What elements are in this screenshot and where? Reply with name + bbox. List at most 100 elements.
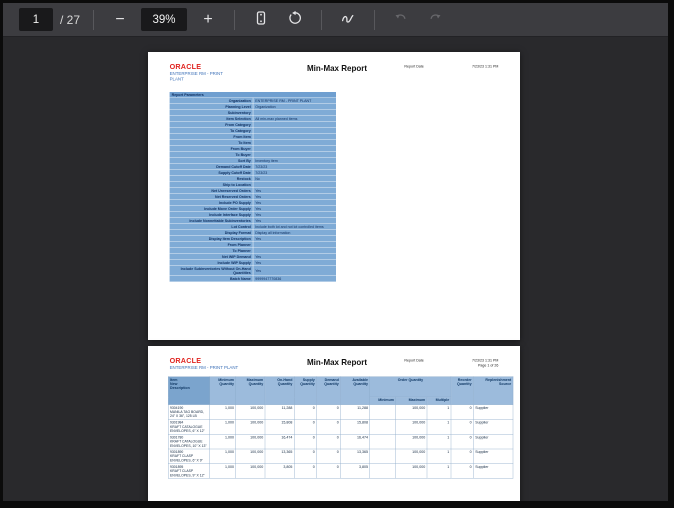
replenishment-source-cell: Supplier — [473, 419, 514, 435]
item-cell: 9304190 MANILA TAG BOARD, 24" X 36", 125… — [167, 404, 211, 420]
pdf-page-2: ORACLE ENTERPRISE RM - PRINT PLANT Min-M… — [148, 346, 520, 501]
document-viewport[interactable]: ORACLE ENTERPRISE RM - PRINT PLANT Min-M… — [3, 37, 668, 501]
report-date-label: Report Date — [404, 358, 424, 363]
quantity-cell: 0 — [294, 404, 317, 420]
quantity-cell — [369, 433, 396, 450]
quantity-cell — [369, 404, 396, 420]
page-count-label: Page 1 of 26 — [477, 363, 499, 368]
quantity-cell: 1 — [426, 463, 452, 479]
quantity-cell: 0 — [450, 448, 474, 464]
page-total-label: / 27 — [60, 12, 81, 27]
quantity-cell: 1 — [426, 404, 452, 420]
report-date-label: Report Date — [404, 64, 424, 69]
quantity-cell: 0 — [294, 463, 317, 479]
quantity-cell: 0 — [316, 463, 341, 479]
quantity-cell: 0 — [316, 448, 341, 464]
pdf-toolbar: / 27 − + — [3, 3, 668, 37]
organization-name: ENTERPRISE RM - PRINT PLANT — [169, 365, 239, 370]
col-header-reorder-qty: Reorder Quantity — [450, 376, 474, 405]
param-label: Include Subinventories Without On-Hand Q… — [169, 265, 254, 276]
col-header-order-max: Maximum — [395, 396, 428, 405]
fit-to-page-button[interactable] — [248, 7, 274, 33]
quantity-cell: 15,808 — [264, 419, 295, 435]
report-parameters-rows: Organization ENTERPRISE RM - PRINT PLANT P… — [169, 97, 336, 282]
quantity-cell: 1,000 — [209, 463, 237, 479]
quantity-cell: 100,000 — [235, 419, 266, 435]
replenishment-source-cell: Supplier — [473, 463, 514, 479]
quantity-cell: 0 — [450, 404, 474, 420]
quantity-cell: 1 — [426, 433, 452, 450]
quantity-cell: 1 — [426, 419, 452, 435]
page-number-input[interactable] — [19, 8, 53, 31]
report-date-value: 7/23/23 1:31 PM — [471, 64, 499, 69]
table-row: 9304190 MANILA TAG BOARD, 24" X 36", 125… — [167, 404, 514, 420]
report-parameters-table: Report Parameters Organization ENTERPRISE… — [169, 92, 336, 282]
quantity-cell: 100,000 — [395, 404, 428, 420]
col-header-available-qty: Available Quantity — [340, 376, 370, 405]
rotate-counterclockwise-icon — [287, 10, 303, 29]
quantity-cell: 16,474 — [340, 433, 370, 450]
quantity-cell: 100,000 — [235, 463, 266, 479]
pdf-viewer-window: / 27 − + — [0, 0, 674, 508]
table-row: 9301895 KRAFT CLASP ENVELOPES, 9" X 12" 1… — [167, 463, 514, 479]
quantity-cell: 13,365 — [264, 448, 295, 464]
quantity-cell: 1 — [426, 448, 452, 464]
quantity-cell: 100,000 — [395, 419, 428, 435]
quantity-cell: 11,288 — [264, 404, 295, 420]
quantity-cell: 0 — [294, 448, 317, 464]
quantity-cell: 100,000 — [235, 448, 266, 464]
quantity-cell: 1,000 — [209, 433, 237, 450]
quantity-cell — [369, 448, 396, 464]
quantity-cell: 0 — [316, 419, 341, 435]
table-row: 9301780 KRAFT CATALOGUE ENVELOPES, 10" X… — [167, 433, 514, 450]
zoom-out-button[interactable]: − — [107, 7, 133, 33]
quantity-cell: 11,288 — [340, 404, 370, 420]
param-value: 9999947770836 — [253, 275, 336, 282]
toolbar-divider — [234, 9, 236, 30]
quantity-cell: 0 — [294, 433, 317, 450]
quantity-cell: 0 — [450, 419, 474, 435]
col-header-item: Item New Description — [167, 376, 211, 405]
quantity-cell: 0 — [450, 433, 474, 450]
param-row: Batch Name 9999947770836 — [169, 275, 336, 282]
quantity-cell: 0 — [316, 433, 341, 450]
quantity-cell: 100,000 — [235, 404, 266, 420]
col-header-order-multiple: Multiple — [426, 396, 452, 405]
item-cell: 9301895 KRAFT CLASP ENVELOPES, 9" X 12" — [167, 463, 211, 479]
report-title: Min-Max Report — [307, 358, 367, 367]
pdf-page-1: ORACLE ENTERPRISE RM - PRINT PLANT Min-M… — [148, 52, 520, 340]
quantity-cell: 0 — [294, 419, 317, 435]
col-header-replenishment-source: Replenishment Source — [473, 376, 514, 405]
oracle-logo: ORACLE — [169, 356, 202, 365]
param-row: Include Subinventories Without On-Hand Q… — [169, 265, 336, 276]
table-row: 9301890 KRAFT CLASP ENVELOPES, 6" X 9" 1,… — [167, 448, 514, 464]
quantity-cell: 15,808 — [340, 419, 370, 435]
redo-button[interactable] — [422, 7, 448, 33]
replenishment-source-cell: Supplier — [473, 433, 514, 450]
organization-name: ENTERPRISE RM - PRINT PLANT — [169, 71, 223, 82]
quantity-cell — [369, 463, 396, 479]
rotate-button[interactable] — [282, 7, 308, 33]
col-header-max-qty: Maximum Quantity — [235, 376, 266, 405]
report-date-value: 7/23/23 1:31 PM — [471, 358, 499, 363]
zoom-level-input[interactable] — [141, 8, 188, 31]
quantity-cell: 16,474 — [264, 433, 295, 450]
zoom-in-button[interactable]: + — [195, 7, 221, 33]
minmax-table-body: 9304190 MANILA TAG BOARD, 24" X 36", 125… — [167, 404, 514, 479]
draw-button[interactable] — [335, 7, 361, 33]
redo-icon — [427, 10, 443, 29]
replenishment-source-cell: Supplier — [473, 448, 514, 464]
replenishment-source-cell: Supplier — [473, 404, 514, 420]
undo-button[interactable] — [388, 7, 414, 33]
quantity-cell: 100,000 — [235, 433, 266, 450]
col-header-min-qty: Minimum Quantity — [209, 376, 237, 405]
item-cell: 9301984 KRAFT CATALOGUE ENVELOPES, 6" X … — [167, 419, 211, 435]
quantity-cell: 1,000 — [209, 448, 237, 464]
toolbar-divider — [374, 9, 376, 30]
quantity-cell: 100,000 — [395, 463, 428, 479]
col-header-demand-qty: Demand Quantity — [316, 376, 341, 405]
oracle-logo: ORACLE — [169, 62, 202, 71]
draw-icon — [340, 10, 356, 29]
item-cell: 9301780 KRAFT CATALOGUE ENVELOPES, 10" X… — [167, 433, 211, 450]
col-header-order-min: Minimum — [369, 396, 396, 405]
